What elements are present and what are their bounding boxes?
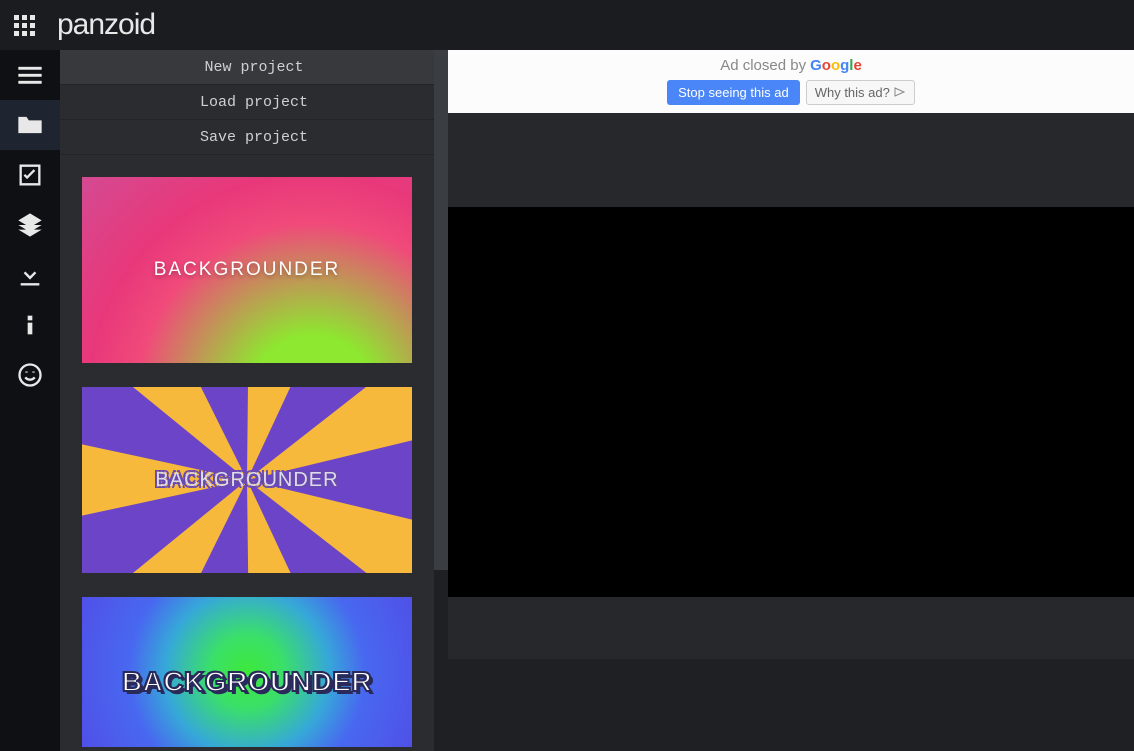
project-panel: New project Load project Save project BA…	[60, 50, 448, 751]
template-card[interactable]: BACKGROUNDER	[82, 177, 412, 363]
top-bar: panzoid	[0, 0, 1134, 50]
why-this-ad-button[interactable]: Why this ad?	[806, 80, 915, 105]
main-area: Ad closed by Google Stop seeing this ad …	[448, 50, 1134, 751]
checkbox-icon[interactable]	[0, 150, 60, 200]
download-icon[interactable]	[0, 250, 60, 300]
load-project-button[interactable]: Load project	[60, 85, 448, 120]
google-logo: Google	[810, 57, 862, 74]
new-project-button[interactable]: New project	[60, 50, 448, 85]
why-this-ad-label: Why this ad?	[815, 85, 890, 100]
brand-logo[interactable]: panzoid	[57, 8, 155, 42]
stop-seeing-ad-button[interactable]: Stop seeing this ad	[667, 80, 800, 105]
folder-icon[interactable]	[0, 100, 60, 150]
spacer	[448, 597, 1134, 659]
layers-icon[interactable]	[0, 200, 60, 250]
template-label: BACKGROUNDER	[155, 469, 338, 492]
scrollbar-thumb[interactable]	[434, 50, 448, 570]
ad-banner: Ad closed by Google Stop seeing this ad …	[448, 50, 1134, 113]
template-label: BACKGROUNDER	[154, 259, 341, 281]
template-list: BACKGROUNDER BACKGROUNDER BACKGROUNDER	[60, 155, 448, 751]
left-rail	[0, 50, 60, 751]
save-project-button[interactable]: Save project	[60, 120, 448, 155]
info-icon[interactable]	[0, 300, 60, 350]
template-card[interactable]: BACKGROUNDER	[82, 387, 412, 573]
spacer	[448, 113, 1134, 207]
menu-icon[interactable]	[0, 50, 60, 100]
ad-choices-icon	[894, 87, 906, 97]
panel-scrollbar[interactable]	[434, 50, 448, 751]
preview-viewport[interactable]	[448, 207, 1134, 597]
smile-icon[interactable]	[0, 350, 60, 400]
template-card[interactable]: BACKGROUNDER	[82, 597, 412, 747]
ad-closed-text: Ad closed by Google	[720, 57, 862, 74]
timeline-area[interactable]	[448, 659, 1134, 751]
apps-grid-icon[interactable]	[14, 15, 35, 36]
template-label: BACKGROUNDER	[122, 666, 372, 698]
